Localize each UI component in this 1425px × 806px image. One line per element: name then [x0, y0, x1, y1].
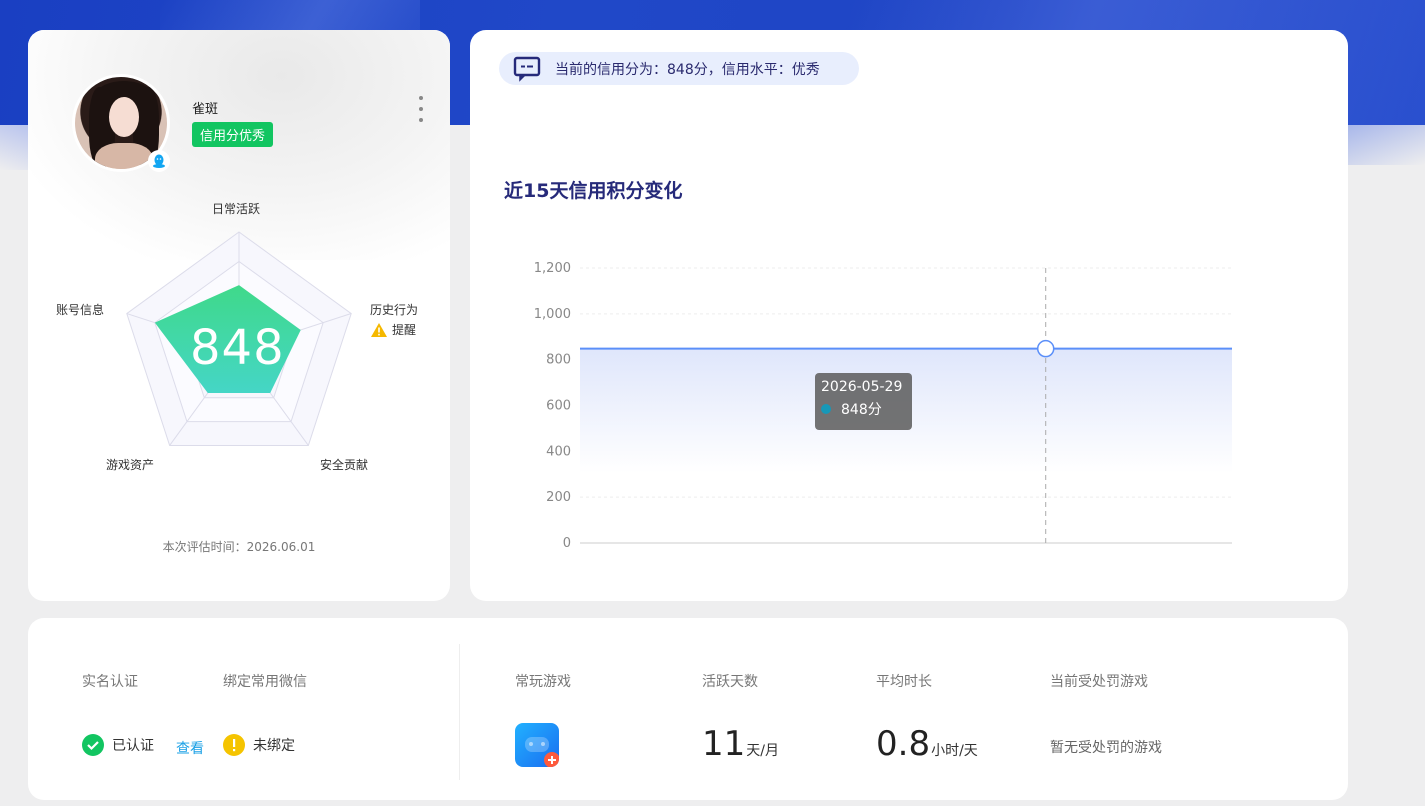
stats-card: 实名认证 绑定常用微信 已认证 查看 未绑定 常玩游戏 活跃天数 平均时长 当前…: [28, 618, 1348, 800]
chart-title: 近15天信用积分变化: [504, 180, 683, 202]
profile-card: 雀斑 信用分优秀 848 日常活跃 历史行为 提醒 安全贡献 游戏资产 账号信息…: [28, 30, 450, 601]
y-tick-label: 600: [546, 399, 571, 414]
y-tick-label: 200: [546, 490, 571, 505]
series-dot-icon: [821, 404, 831, 414]
chart-tooltip: 2026-05-29 848分: [815, 373, 912, 430]
credit-level-badge: 信用分优秀: [192, 122, 274, 147]
username: 雀斑: [192, 102, 219, 117]
avg-duration-value: 0.8 小时/天: [876, 724, 978, 764]
wechat-label: 绑定常用微信: [223, 674, 307, 690]
avg-duration-label: 平均时长: [876, 674, 932, 690]
check-circle-icon: [82, 734, 104, 756]
message-icon: [513, 56, 541, 82]
realname-status: 已认证: [82, 734, 154, 756]
alert-circle-icon: [223, 734, 245, 756]
penalty-label: 当前受处罚游戏: [1050, 674, 1148, 690]
view-realname-link[interactable]: 查看: [176, 738, 204, 758]
y-tick-label: 400: [546, 444, 571, 459]
radar-label-game-assets: 游戏资产: [106, 458, 155, 472]
radar-label-daily-active: 日常活跃: [212, 202, 261, 216]
realname-label: 实名认证: [82, 674, 138, 690]
radar-label-account-info: 账号信息: [56, 303, 105, 317]
qq-icon: [148, 150, 170, 172]
history-warning[interactable]: 提醒: [370, 321, 416, 338]
radar-label-security: 安全贡献: [320, 458, 369, 472]
active-days-label: 活跃天数: [702, 674, 758, 690]
y-tick-label: 1,000: [534, 307, 571, 322]
radar-label-history: 历史行为: [370, 303, 419, 317]
wechat-status: 未绑定: [223, 734, 295, 756]
y-tick-label: 800: [546, 353, 571, 368]
active-days-value: 11 天/月: [702, 724, 779, 764]
credit-notice: 当前的信用分为：848分，信用水平：优秀: [499, 52, 859, 85]
warning-icon: [371, 322, 387, 337]
chart-card: 当前的信用分为：848分，信用水平：优秀 近15天信用积分变化 19日20日21…: [470, 30, 1348, 601]
penalty-status: 暂无受处罚的游戏: [1050, 740, 1162, 756]
y-tick-label: 1,200: [534, 261, 571, 276]
y-tick-label: 0: [563, 536, 571, 550]
more-options-icon[interactable]: [414, 96, 428, 122]
highlight-point: [1036, 339, 1055, 358]
credit-score: 848: [190, 320, 285, 376]
game-app-icon[interactable]: [515, 723, 559, 767]
games-label: 常玩游戏: [515, 674, 571, 690]
evaluation-time: 本次评估时间：2026.06.01: [162, 540, 316, 554]
